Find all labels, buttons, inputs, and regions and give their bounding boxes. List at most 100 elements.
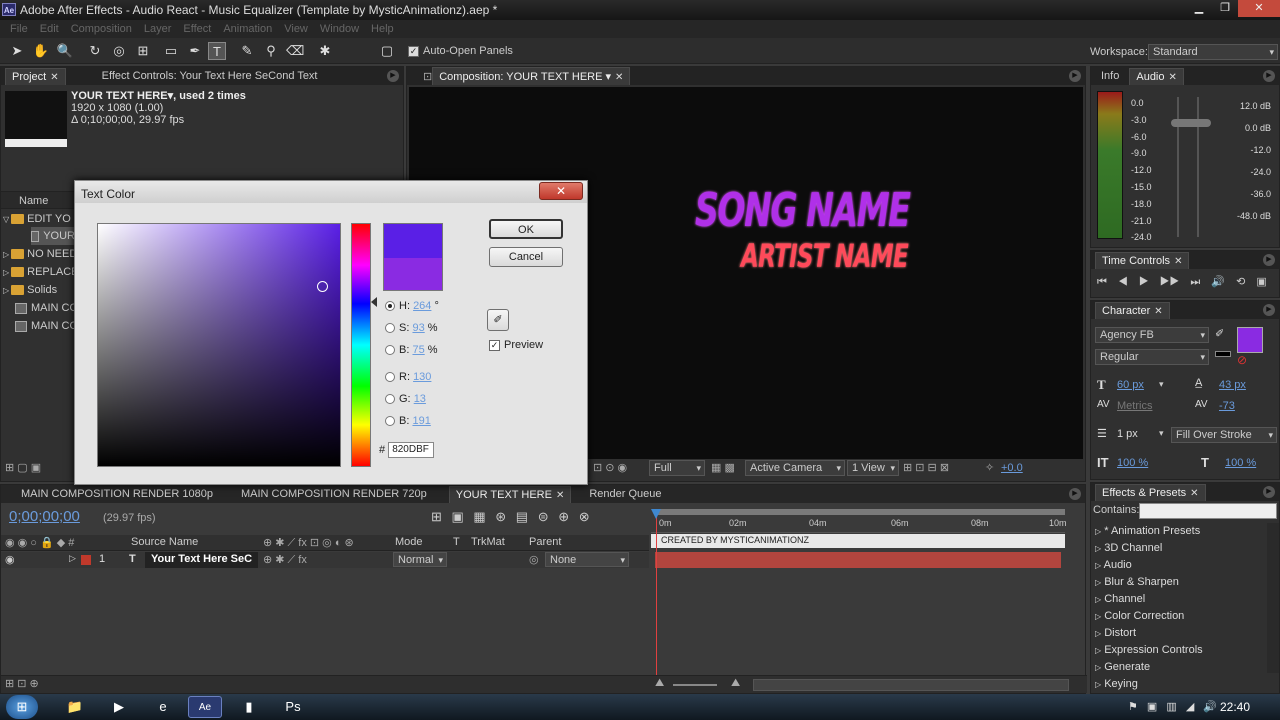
exposure-value[interactable]: +0.0	[1001, 462, 1023, 474]
list-item[interactable]: ▷ Generate	[1095, 659, 1203, 676]
panel-menu-icon[interactable]: ▶	[1263, 304, 1275, 316]
layer-name[interactable]: Your Text Here SeC	[145, 552, 259, 568]
expand-arrow-icon[interactable]: ▷	[69, 553, 76, 564]
pen-tool-icon[interactable]: ✒	[186, 42, 204, 60]
effects-presets-tab[interactable]: Effects & Presets ✕	[1095, 483, 1206, 501]
workspace-dropdown[interactable]: Standard	[1148, 44, 1278, 60]
t-column[interactable]: T	[453, 536, 460, 548]
close-icon[interactable]: ✕	[1154, 306, 1162, 317]
internet-explorer-taskbar-icon[interactable]: e	[150, 696, 176, 718]
list-item[interactable]: MAIN CO	[15, 317, 78, 335]
panel-menu-icon[interactable]: ▶	[387, 70, 399, 82]
saturation-radio[interactable]	[385, 323, 395, 333]
eyedropper-icon[interactable]: ✐	[1215, 327, 1224, 340]
current-timecode[interactable]: 0;00;00;00	[9, 508, 80, 525]
list-item[interactable]: ▷ Audio	[1095, 557, 1203, 574]
zoom-in-icon[interactable]: ⛰	[731, 677, 740, 690]
menu-layer[interactable]: Layer	[138, 20, 178, 38]
photoshop-taskbar-icon[interactable]: Ps	[276, 696, 310, 718]
clock[interactable]: 22:40	[1220, 700, 1250, 714]
preview-checkbox[interactable]: ✓ Preview	[489, 339, 543, 351]
list-item[interactable]: ▷ Color Correction	[1095, 608, 1203, 625]
hue-value[interactable]: 264	[413, 300, 431, 312]
timeline-switches-icons[interactable]: ⊞ ▣ ▦ ⊛ ▤ ⊜ ⊕ ⊗	[431, 509, 590, 525]
menu-edit[interactable]: Edit	[34, 20, 65, 38]
media-player-taskbar-icon[interactable]: ▶	[106, 696, 132, 718]
menu-file[interactable]: File	[4, 20, 34, 38]
menu-view[interactable]: View	[278, 20, 314, 38]
project-footer-icons[interactable]: ⊞ ▢ ▣	[5, 461, 41, 474]
exposure-icon[interactable]: ✧	[985, 461, 994, 474]
stroke-width-value[interactable]: 1 px	[1117, 428, 1138, 440]
hue-slider[interactable]	[351, 223, 371, 467]
panel-menu-icon[interactable]: ▶	[1263, 486, 1275, 498]
view-controls-icons[interactable]: ⊡ ⊙ ◉	[593, 461, 627, 474]
green-field[interactable]: G: 13	[385, 393, 426, 405]
menu-composition[interactable]: Composition	[65, 20, 138, 38]
blue-value[interactable]: 191	[412, 415, 430, 427]
list-item[interactable]: ▷ Channel	[1095, 591, 1203, 608]
menu-effect[interactable]: Effect	[177, 20, 217, 38]
tab-render-queue[interactable]: Render Queue	[583, 486, 667, 502]
info-tab[interactable]: Info	[1095, 68, 1125, 84]
menu-help[interactable]: Help	[365, 20, 400, 38]
hue-field[interactable]: H: 264 °	[385, 300, 439, 312]
tab-main-render-1080p[interactable]: MAIN COMPOSITION RENDER 1080p	[15, 486, 219, 502]
maximize-button[interactable]: ❐	[1212, 0, 1238, 17]
red-value[interactable]: 130	[413, 371, 431, 383]
time-ruler[interactable]: 0m 02m 04m 06m 08m 10m	[651, 507, 1067, 533]
close-icon[interactable]: ✕	[1169, 72, 1177, 83]
effects-search-input[interactable]	[1139, 503, 1277, 519]
panel-menu-icon[interactable]: ▶	[1263, 70, 1275, 82]
audio-slider-left[interactable]	[1177, 97, 1179, 237]
pan-behind-tool-icon[interactable]: ⊞	[134, 42, 152, 60]
av-switches-icons[interactable]: ◉ ◉ ○ 🔒 ◆ #	[5, 536, 74, 549]
song-name-text[interactable]: SONG NAME	[695, 183, 911, 237]
ok-button[interactable]: OK	[489, 219, 563, 239]
blue-radio[interactable]	[385, 416, 395, 426]
list-item[interactable]: YOUR	[31, 227, 75, 245]
brightness-radio[interactable]	[385, 345, 395, 355]
layer-switches-icons[interactable]: ⊕ ✱ ⟋ fx	[263, 553, 307, 567]
region-icon[interactable]: ▦ ▩	[711, 461, 735, 474]
table-row[interactable]: ◉ ▷ 1 T Your Text Here SeC ⊕ ✱ ⟋ fx Norm…	[1, 552, 649, 568]
saturation-value[interactable]: 93	[412, 322, 424, 334]
panel-menu-icon[interactable]: ▶	[1263, 254, 1275, 266]
brush-tool-icon[interactable]: ✎	[238, 42, 256, 60]
footer-switch-icons[interactable]: ⊞ ⊡ ⊕	[5, 677, 39, 690]
green-radio[interactable]	[385, 394, 395, 404]
list-item[interactable]: ▷ NO NEED	[3, 245, 77, 263]
selection-tool-icon[interactable]: ➤	[8, 42, 26, 60]
chevron-down-icon[interactable]: ▾	[1159, 428, 1164, 439]
composition-tab[interactable]: Composition: YOUR TEXT HERE ▾ ✕	[432, 67, 631, 85]
close-icon[interactable]: ✕	[1190, 488, 1198, 499]
fill-color-swatch[interactable]	[1237, 327, 1263, 353]
list-item[interactable]: ▷ REPLACE	[3, 263, 79, 281]
list-item[interactable]: ▷ Solids	[3, 281, 57, 299]
effects-scrollbar[interactable]	[1267, 523, 1279, 673]
auto-open-panels-checkbox[interactable]: ✓ Auto-Open Panels	[408, 45, 513, 57]
after-effects-taskbar-icon[interactable]: Ae	[188, 696, 222, 718]
parent-column[interactable]: Parent	[529, 536, 561, 548]
audio-tab[interactable]: Audio ✕	[1129, 67, 1184, 85]
close-icon[interactable]: ✕	[1174, 256, 1182, 267]
timeline-zoom-slider[interactable]	[673, 684, 717, 686]
chevron-down-icon[interactable]: ▾	[1159, 379, 1164, 390]
panel-menu-icon[interactable]: ▶	[1069, 70, 1081, 82]
source-name-column[interactable]: Source Name	[131, 536, 198, 548]
zoom-out-icon[interactable]: ⛰	[655, 677, 664, 690]
hue-radio[interactable]	[385, 301, 395, 311]
black-swatch[interactable]	[1215, 351, 1231, 357]
work-area-bar[interactable]	[655, 509, 1065, 515]
effect-controls-tab[interactable]: Effect Controls: Your Text Here SeCond T…	[96, 68, 324, 84]
project-tab[interactable]: Project ✕	[5, 67, 66, 85]
hex-input[interactable]: 820DBF	[388, 442, 435, 458]
font-style-dropdown[interactable]: Regular	[1095, 349, 1209, 365]
font-size-value[interactable]: 60 px	[1117, 379, 1144, 391]
brightness-value[interactable]: 75	[412, 344, 424, 356]
parent-dropdown[interactable]: None	[545, 552, 629, 567]
color-picker-cursor[interactable]	[317, 281, 328, 292]
minimize-button[interactable]: ▁	[1186, 0, 1212, 17]
tab-main-render-720p[interactable]: MAIN COMPOSITION RENDER 720p	[235, 486, 433, 502]
audio-slider-handle[interactable]	[1171, 119, 1211, 127]
